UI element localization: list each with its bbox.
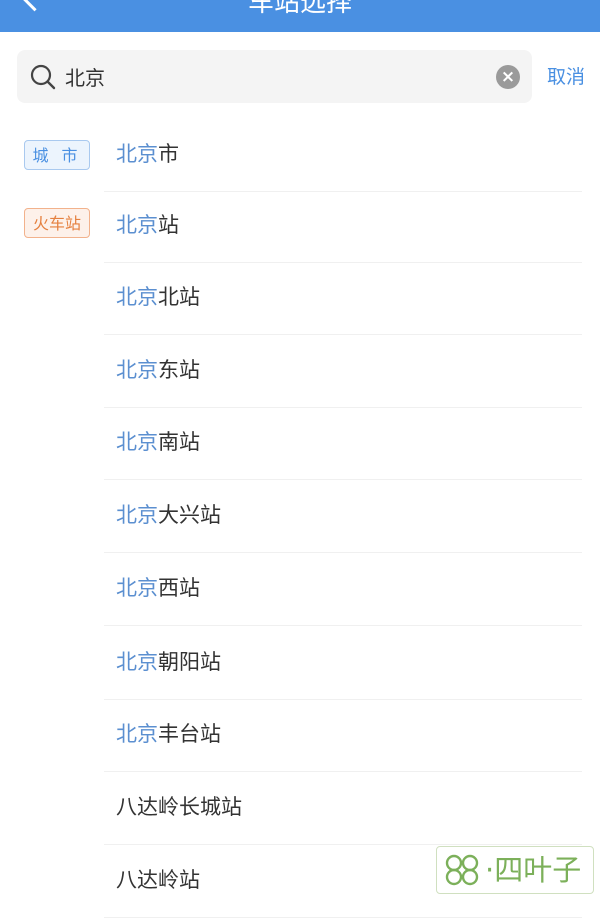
result-row[interactable]: 北京西站 — [104, 552, 582, 626]
city-tag: 城 市 — [24, 140, 90, 170]
clover-logo-icon — [445, 854, 479, 886]
result-row[interactable]: 北京大兴站 — [104, 479, 582, 553]
result-rest: 东站 — [158, 358, 200, 382]
result-label: 北京朝阳站 — [116, 626, 221, 699]
search-box[interactable]: × — [17, 50, 532, 103]
result-label: 北京大兴站 — [116, 479, 221, 552]
result-match-highlight: 北京 — [116, 213, 158, 237]
result-rest: 丰台站 — [158, 722, 221, 746]
result-rest: 西站 — [158, 576, 200, 600]
result-label: 北京东站 — [116, 334, 200, 407]
result-match-highlight: 北京 — [116, 358, 158, 382]
result-label: 北京北站 — [116, 261, 200, 334]
result-match-highlight: 北京 — [116, 722, 158, 746]
result-rest: 八达岭长城站 — [116, 795, 242, 819]
result-match-highlight: 北京 — [116, 576, 158, 600]
result-label: 八达岭长城站 — [116, 771, 242, 844]
result-match-highlight: 北京 — [116, 650, 158, 674]
result-label: 北京站 — [116, 189, 179, 262]
result-row[interactable]: 北京南站 — [104, 406, 582, 480]
watermark: ·四叶子 — [436, 846, 594, 894]
result-row[interactable]: 北京东站 — [104, 334, 582, 408]
result-rest: 站 — [158, 213, 179, 237]
result-label: 北京西站 — [116, 552, 200, 625]
result-match-highlight: 北京 — [116, 503, 158, 527]
result-match-highlight: 北京 — [116, 430, 158, 454]
result-rest: 朝阳站 — [158, 650, 221, 674]
title-bar: 车站选择 — [0, 0, 600, 32]
result-row[interactable]: 八达岭长城站 — [104, 771, 582, 845]
result-row[interactable]: 北京站 — [104, 189, 582, 263]
result-row[interactable]: 北京市 — [104, 118, 582, 192]
result-row[interactable]: 北京丰台站 — [104, 698, 582, 772]
result-row[interactable]: 北京北站 — [104, 261, 582, 335]
search-icon — [30, 64, 56, 90]
result-rest: 大兴站 — [158, 503, 221, 527]
result-rest: 市 — [158, 142, 179, 166]
result-label: 北京南站 — [116, 406, 200, 479]
result-label: 八达岭站 — [116, 844, 200, 917]
clear-icon[interactable]: × — [496, 65, 520, 89]
result-match-highlight: 北京 — [116, 142, 158, 166]
result-rest: 南站 — [158, 430, 200, 454]
page-title: 车站选择 — [247, 0, 352, 18]
result-rest: 八达岭站 — [116, 868, 200, 892]
search-input[interactable] — [65, 60, 485, 92]
result-label: 北京市 — [116, 118, 179, 191]
result-label: 北京丰台站 — [116, 698, 221, 771]
watermark-text: ·四叶子 — [485, 853, 582, 887]
station-tag: 火车站 — [24, 208, 90, 238]
result-rest: 北站 — [158, 285, 200, 309]
result-row[interactable]: 北京朝阳站 — [104, 626, 582, 700]
result-match-highlight: 北京 — [116, 285, 158, 309]
cancel-button[interactable]: 取消 — [547, 62, 585, 89]
